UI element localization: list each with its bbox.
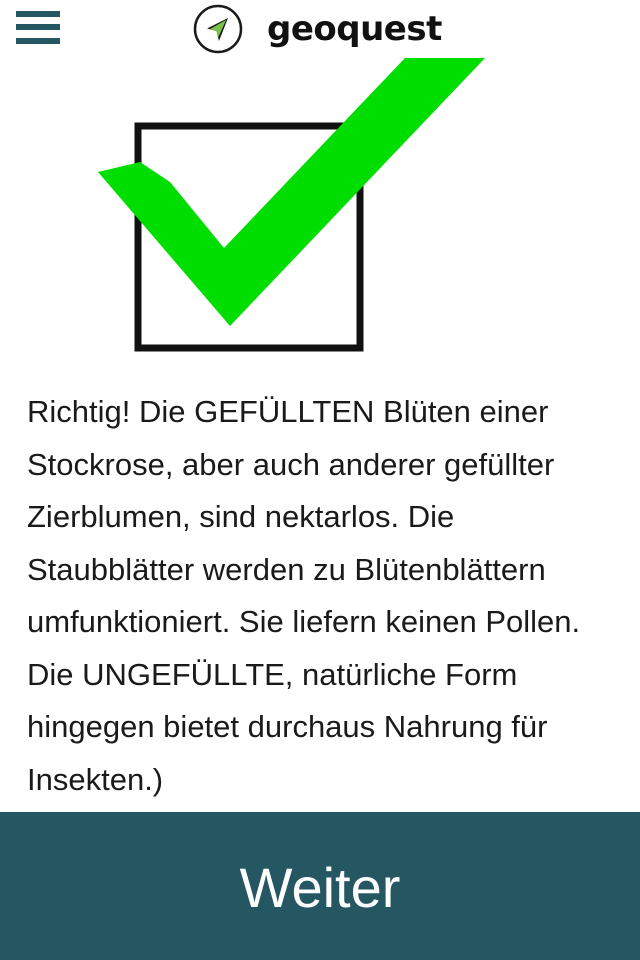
app-title: geoquest — [267, 9, 442, 49]
menu-button[interactable] — [14, 6, 62, 46]
checkmark-icon — [98, 58, 485, 352]
checkmark-stroke — [98, 58, 485, 326]
feedback-message: Richtig! Die GEFÜLLTEN Blüten einer Stoc… — [27, 394, 581, 797]
app-header: geoquest — [0, 0, 640, 58]
continue-button[interactable]: Weiter — [0, 812, 640, 960]
app-logo: geoquest — [193, 4, 442, 54]
compass-arrow-icon — [193, 4, 243, 54]
quiz-feedback-screen: geoquest Richtig! Die GEFÜLLTEN Blüten e… — [0, 0, 640, 960]
